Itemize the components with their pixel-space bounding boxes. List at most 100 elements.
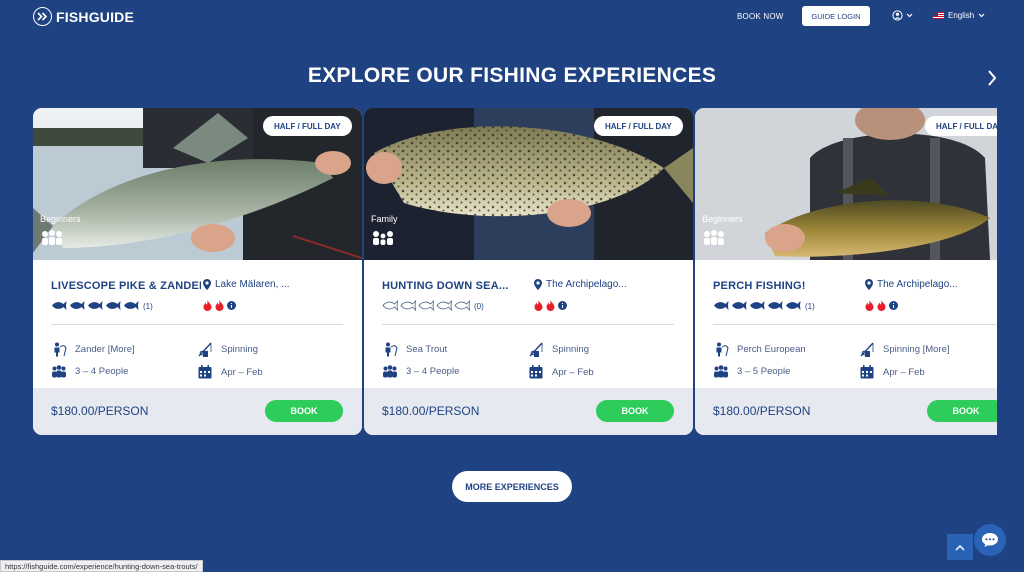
- info-icon[interactable]: [558, 301, 567, 310]
- angler-icon: [716, 342, 729, 357]
- fishing-rod-icon: [529, 342, 543, 357]
- species-label[interactable]: Zander [More]: [75, 344, 135, 355]
- target-species: Zander [More]: [51, 342, 135, 357]
- experience-card[interactable]: HALF / FULL DAY Beginners PERCH FISHING!…: [695, 108, 997, 435]
- experience-title[interactable]: LIVESCOPE PIKE & ZANDER: [51, 280, 201, 292]
- season-label: Apr – Feb: [883, 366, 925, 378]
- people-label: 3 – 4 People: [75, 366, 129, 377]
- us-flag-icon: [933, 12, 944, 19]
- language-label: English: [948, 11, 975, 20]
- fishing-method: Spinning: [528, 342, 589, 357]
- rating: (1): [51, 300, 153, 313]
- location-pin-icon: [865, 279, 873, 290]
- angler-icon: [385, 342, 398, 357]
- book-now-link[interactable]: BOOK NOW: [737, 12, 784, 21]
- divider: [382, 324, 674, 325]
- fishing-method: Spinning: [197, 342, 258, 357]
- season: Apr – Feb: [197, 365, 263, 379]
- experience-card[interactable]: HALF / FULL DAY Family HUNTING DOWN SEA.…: [364, 108, 693, 435]
- price: $180.00/PERSON: [51, 404, 149, 418]
- season: Apr – Feb: [528, 365, 594, 379]
- skill-level-label: Beginners: [40, 214, 81, 224]
- experience-photo: HALF / FULL DAY Beginners: [695, 108, 997, 260]
- flame-icon: [546, 300, 555, 311]
- more-experiences-button[interactable]: MORE EXPERIENCES: [452, 471, 572, 502]
- book-button[interactable]: BOOK: [596, 400, 674, 422]
- experience-title[interactable]: HUNTING DOWN SEA...: [382, 280, 509, 292]
- rating-count: (1): [805, 302, 815, 311]
- season-label: Apr – Feb: [552, 366, 594, 378]
- group-size: 3 – 4 People: [51, 365, 128, 378]
- fishing-method: Spinning [More]: [859, 342, 950, 357]
- location: The Archipelago...: [534, 279, 627, 290]
- book-button[interactable]: BOOK: [927, 400, 997, 422]
- language-selector[interactable]: English: [933, 11, 985, 20]
- popularity: [534, 300, 567, 311]
- rating-fish-icon: [400, 299, 417, 312]
- card-footer: $180.00/PERSON BOOK: [364, 388, 693, 435]
- flame-icon: [534, 300, 543, 311]
- book-button[interactable]: BOOK: [265, 400, 343, 422]
- experience-title[interactable]: PERCH FISHING!: [713, 280, 806, 292]
- people-icon: [52, 365, 66, 378]
- rating-fish-icon: [382, 299, 399, 312]
- calendar-icon: [198, 365, 212, 379]
- rating-fish-icon: [70, 301, 85, 310]
- divider: [713, 324, 997, 325]
- skill-level-label: Beginners: [702, 214, 743, 224]
- season-label: Apr – Feb: [221, 366, 263, 378]
- top-navigation: FISHGUIDE BOOK NOW GUIDE LOGIN English: [0, 0, 1024, 34]
- carousel-next-arrow-icon[interactable]: [986, 69, 998, 87]
- flame-icon: [215, 300, 224, 311]
- rating-fish-icon: [124, 301, 139, 310]
- rating-fish-icon: [52, 301, 67, 310]
- chevron-down-icon: [906, 13, 913, 18]
- rating-fish-icon: [106, 301, 121, 310]
- rating-count: (0): [474, 302, 484, 311]
- people-icon: [383, 365, 397, 378]
- section-title: EXPLORE OUR FISHING EXPERIENCES: [307, 64, 717, 87]
- method-label: Spinning: [221, 344, 258, 355]
- duration-badge: HALF / FULL DAY: [594, 116, 683, 136]
- card-footer: $180.00/PERSON BOOK: [33, 388, 362, 435]
- people-icon: [714, 365, 728, 378]
- experience-carousel: HALF / FULL DAY Beginners LIVESCOPE PIKE…: [33, 108, 997, 438]
- skill-level-label: Family: [371, 214, 398, 224]
- rating-fish-icon: [436, 299, 453, 312]
- info-icon[interactable]: [227, 301, 236, 310]
- fishing-rod-icon: [198, 342, 212, 357]
- location-label: The Archipelago...: [877, 279, 958, 290]
- rating-fish-icon: [714, 301, 729, 310]
- rating-fish-icons: [713, 300, 803, 313]
- info-icon[interactable]: [889, 301, 898, 310]
- rating-fish-icon: [768, 301, 783, 310]
- location-pin-icon: [534, 279, 542, 290]
- card-body: HUNTING DOWN SEA... The Archipelago... (…: [364, 260, 693, 388]
- logo-text: FISHGUIDE: [56, 8, 135, 25]
- family-icon: [373, 231, 393, 245]
- rating: (1): [713, 300, 815, 313]
- flame-icon: [877, 300, 886, 311]
- location-label: The Archipelago...: [546, 279, 627, 290]
- location-pin-icon: [203, 279, 211, 290]
- angler-icon: [54, 342, 67, 357]
- popularity: [203, 300, 236, 311]
- species-label: Sea Trout: [406, 344, 448, 355]
- price: $180.00/PERSON: [382, 404, 480, 418]
- scroll-to-top-button[interactable]: [947, 534, 973, 560]
- chat-button[interactable]: [974, 524, 1006, 556]
- status-bar-url: https://fishguide.com/experience/hunting…: [0, 560, 203, 572]
- experience-card[interactable]: HALF / FULL DAY Beginners LIVESCOPE PIKE…: [33, 108, 362, 435]
- logo[interactable]: FISHGUIDE: [33, 7, 134, 26]
- location-label: Lake Mälaren, ...: [215, 279, 290, 290]
- group-icon: [704, 230, 724, 245]
- user-menu[interactable]: [892, 10, 913, 21]
- method-label[interactable]: Spinning [More]: [883, 344, 950, 355]
- flame-icon: [865, 300, 874, 311]
- rating-fish-icon: [786, 301, 801, 310]
- group-icon: [42, 230, 62, 245]
- species-label: Perch European: [737, 344, 806, 355]
- card-body: LIVESCOPE PIKE & ZANDER Lake Mälaren, ..…: [33, 260, 362, 388]
- target-species: Sea Trout: [382, 342, 447, 357]
- guide-login-button[interactable]: GUIDE LOGIN: [802, 6, 870, 26]
